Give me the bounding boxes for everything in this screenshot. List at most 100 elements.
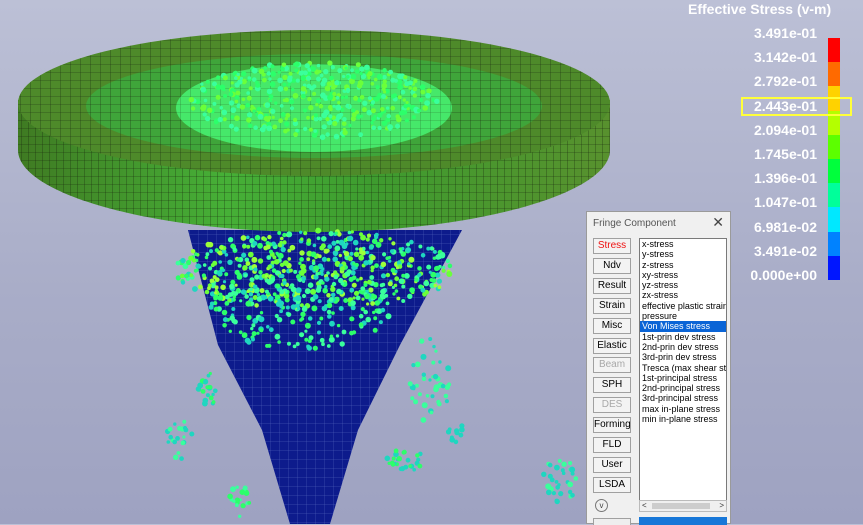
particle (292, 344, 297, 349)
category-button-sph[interactable]: SPH (593, 377, 631, 394)
particle (401, 450, 406, 455)
particle (386, 113, 391, 119)
component-item[interactable]: max in-plane stress (640, 404, 726, 414)
particle (339, 341, 345, 347)
particle (350, 316, 355, 322)
component-item[interactable]: 3rd-principal stress (640, 393, 726, 403)
particle (173, 422, 177, 426)
component-item[interactable]: 2nd-prin dev stress (640, 342, 726, 352)
particle (246, 314, 252, 321)
scroll-left-icon[interactable]: < (642, 501, 647, 511)
particle (418, 244, 423, 249)
particle (370, 100, 376, 105)
particle (433, 386, 439, 393)
component-item[interactable]: pressure (640, 311, 726, 321)
3d-viewport[interactable] (0, 0, 863, 524)
particle (374, 232, 379, 237)
component-item[interactable]: zx-stress (640, 290, 726, 300)
category-button-user[interactable]: User (593, 456, 631, 473)
component-item[interactable]: 1st-principal stress (640, 373, 726, 383)
legend-title: Effective Stress (v-m) (688, 1, 832, 17)
particle (567, 481, 574, 488)
scroll-thumb[interactable] (652, 503, 710, 509)
particle (236, 274, 243, 280)
particle (335, 104, 342, 111)
particle (230, 107, 237, 113)
particle (336, 288, 342, 295)
component-item[interactable]: 1st-prin dev stress (640, 332, 726, 342)
category-button-forming[interactable]: Forming (593, 417, 631, 434)
particle (277, 340, 281, 344)
category-button-elastic[interactable]: Elastic (593, 337, 631, 354)
scroll-right-icon[interactable]: > (719, 501, 724, 511)
component-item[interactable]: effective plastic strain (640, 301, 726, 311)
particle (251, 331, 257, 337)
particle (292, 92, 299, 99)
category-button-des[interactable]: DES (593, 397, 631, 414)
category-button-lsda[interactable]: LSDA (593, 476, 631, 493)
particle (371, 125, 377, 131)
particle (270, 260, 275, 265)
category-button-stress[interactable]: Stress (593, 238, 631, 254)
component-item[interactable]: y-stress (640, 249, 726, 259)
particle (384, 455, 391, 462)
particle (263, 66, 267, 70)
particle (219, 106, 223, 110)
component-item[interactable]: 3rd-prin dev stress (640, 352, 726, 362)
category-button-fld[interactable]: FLD (593, 437, 631, 453)
particle (366, 302, 370, 306)
particle (545, 483, 552, 490)
particle (347, 235, 354, 242)
particle (275, 251, 279, 256)
particle (313, 129, 318, 133)
close-icon[interactable]: ✕ (712, 214, 724, 231)
particle (380, 288, 386, 295)
particle (351, 112, 357, 118)
category-button-misc[interactable]: Misc (593, 317, 631, 334)
component-item[interactable]: 2nd-principal stress (640, 383, 726, 393)
particle (413, 78, 418, 84)
component-item[interactable]: Tresca (max shear stress) (640, 363, 726, 373)
component-list[interactable]: x-stress y-stress z-stress xy-stress yz-stre… (639, 238, 727, 512)
component-item[interactable]: Von Mises stress (640, 321, 726, 332)
legend-label: 3.491e-02 (753, 242, 817, 259)
particle (194, 252, 198, 256)
component-item[interactable]: xy-stress (640, 270, 726, 280)
particle (387, 461, 391, 465)
particle (287, 83, 291, 87)
particle (317, 330, 321, 335)
category-button-beam[interactable]: Beam (593, 357, 631, 374)
component-item[interactable]: z-stress (640, 260, 726, 270)
category-button-ndv[interactable]: Ndv (593, 257, 631, 274)
particle (334, 245, 341, 251)
particle (282, 82, 287, 87)
particle (331, 240, 337, 246)
particle (370, 121, 374, 125)
particle (222, 75, 228, 81)
chevron-down-icon[interactable]: v (595, 499, 608, 512)
category-button-strain[interactable]: Strain (593, 297, 631, 314)
particle (345, 87, 351, 93)
particle (259, 328, 264, 333)
component-item[interactable]: x-stress (640, 239, 726, 249)
component-item[interactable]: min in-plane stress (640, 414, 726, 424)
component-item[interactable]: yz-stress (640, 280, 726, 290)
category-button-result[interactable]: Result (593, 277, 631, 294)
particle (335, 296, 340, 301)
particle (361, 297, 365, 301)
particle (189, 431, 195, 437)
particle (560, 468, 565, 473)
particle (311, 305, 318, 312)
particle (351, 108, 355, 113)
particle (241, 71, 247, 77)
particle (234, 115, 240, 121)
particle (266, 71, 271, 76)
particle (284, 121, 290, 127)
particle (328, 231, 334, 237)
horizontal-scrollbar[interactable]: < > (639, 500, 727, 512)
particle (337, 101, 341, 105)
particle (300, 316, 305, 321)
particle (278, 274, 283, 279)
particle (371, 108, 376, 114)
particle (222, 323, 227, 328)
